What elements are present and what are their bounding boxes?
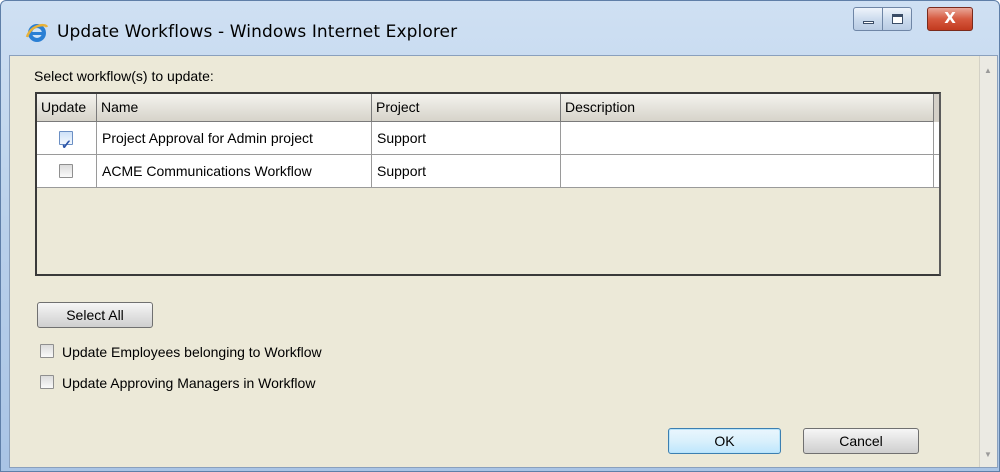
internet-explorer-icon <box>25 23 49 42</box>
workflow-name: Project Approval for Admin project <box>97 122 372 154</box>
cancel-button[interactable]: Cancel <box>803 428 919 454</box>
minimize-icon <box>863 21 874 24</box>
update-employees-checkbox[interactable] <box>40 344 54 358</box>
column-header-description[interactable]: Description <box>561 94 934 122</box>
window-title: Update Workflows - Windows Internet Expl… <box>57 22 458 42</box>
workflows-table: Update Name Project Description ✓ Projec… <box>35 92 941 276</box>
check-icon: ✓ <box>61 137 72 152</box>
update-employees-label: Update Employees belonging to Workflow <box>62 344 322 360</box>
vertical-scrollbar[interactable]: ▲ ▼ <box>979 56 997 467</box>
workflow-description <box>561 122 934 154</box>
workflow-project: Support <box>372 155 561 187</box>
row-update-checkbox[interactable]: ✓ <box>59 131 73 152</box>
table-row[interactable]: ✓ Project Approval for Admin project Sup… <box>37 122 939 155</box>
workflow-name: ACME Communications Workflow <box>97 155 372 187</box>
ok-button[interactable]: OK <box>668 428 781 454</box>
row-update-checkbox[interactable] <box>59 164 73 178</box>
update-approving-managers-checkbox[interactable] <box>40 375 54 389</box>
scroll-up-icon[interactable]: ▲ <box>984 66 992 75</box>
update-approving-managers-label: Update Approving Managers in Workflow <box>62 375 316 391</box>
update-cell: ✓ <box>37 122 97 154</box>
close-button[interactable]: X <box>927 7 973 31</box>
select-all-button[interactable]: Select All <box>37 302 153 328</box>
maximize-button[interactable] <box>882 7 912 31</box>
scroll-down-icon[interactable]: ▼ <box>984 450 992 459</box>
dialog-content: Select workflow(s) to update: Update Nam… <box>9 55 998 468</box>
close-icon: X <box>944 9 956 27</box>
maximize-icon <box>892 14 903 24</box>
select-workflows-prompt: Select workflow(s) to update: <box>34 68 214 84</box>
column-header-project[interactable]: Project <box>372 94 561 122</box>
workflow-project: Support <box>372 122 561 154</box>
table-header: Update Name Project Description <box>37 94 939 122</box>
title-bar: Update Workflows - Windows Internet Expl… <box>1 1 999 51</box>
column-header-name[interactable]: Name <box>97 94 372 122</box>
minimize-button[interactable] <box>853 7 883 31</box>
browser-window: Update Workflows - Windows Internet Expl… <box>0 0 1000 472</box>
table-row[interactable]: ACME Communications Workflow Support <box>37 155 939 188</box>
update-cell <box>37 155 97 187</box>
workflow-description <box>561 155 934 187</box>
column-header-update[interactable]: Update <box>37 94 97 122</box>
